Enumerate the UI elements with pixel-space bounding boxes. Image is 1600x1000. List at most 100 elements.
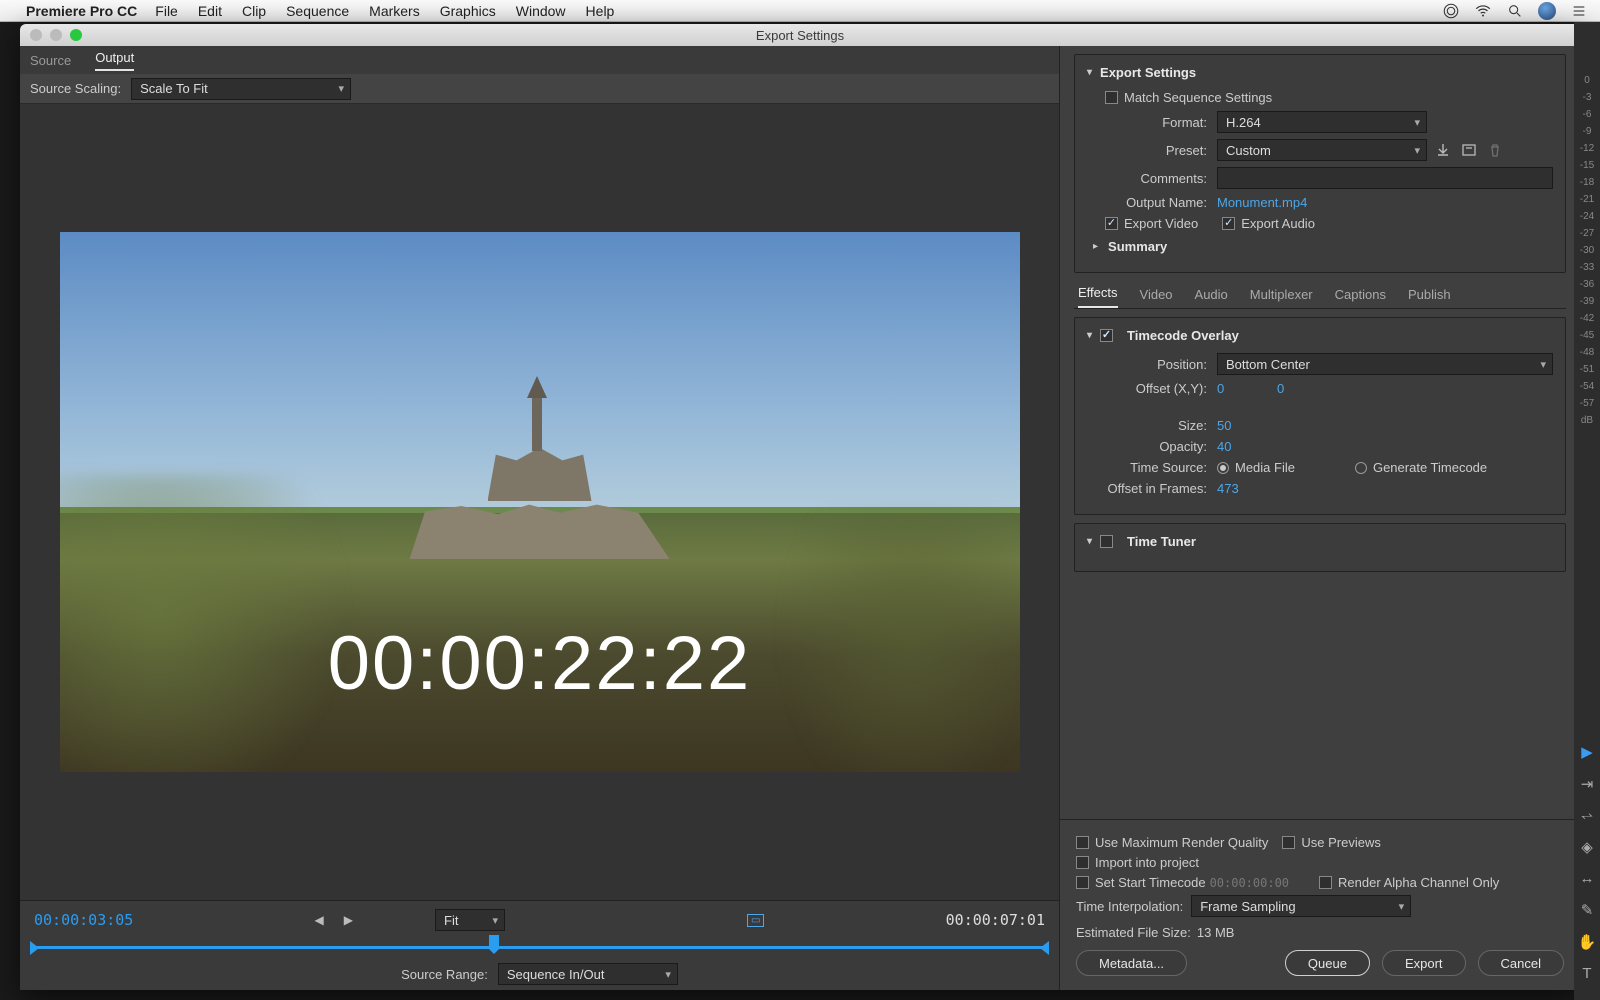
rate-tool-icon[interactable]: ◈ [1581,838,1593,856]
export-button[interactable]: Export [1382,950,1466,976]
size-input[interactable]: 50 [1217,418,1231,433]
menu-file[interactable]: File [155,3,178,19]
menu-help[interactable]: Help [586,3,615,19]
tab-publish[interactable]: Publish [1408,287,1451,308]
opacity-label: Opacity: [1087,439,1207,454]
media-file-label: Media File [1235,460,1295,475]
twisty-icon[interactable]: ▾ [1087,67,1092,78]
offset-frames-input[interactable]: 473 [1217,481,1239,496]
aspect-ratio-icon[interactable]: ▭ [747,914,764,927]
opacity-input[interactable]: 40 [1217,439,1231,454]
app-name[interactable]: Premiere Pro CC [26,3,137,19]
match-sequence-checkbox[interactable] [1105,91,1118,104]
playhead[interactable] [489,935,499,949]
position-select[interactable]: Bottom Center [1217,353,1553,375]
twisty-icon[interactable]: ▾ [1087,536,1092,547]
menu-markers[interactable]: Markers [369,3,420,19]
window-close-button[interactable] [30,29,42,41]
source-scaling-label: Source Scaling: [30,81,121,96]
source-range-label: Source Range: [401,967,488,982]
export-audio-checkbox[interactable] [1222,217,1235,230]
preview-tabbar: Source Output [20,46,1059,74]
hand-tool-icon[interactable]: ✋ [1578,933,1597,951]
preset-select[interactable]: Custom [1217,139,1427,161]
window-minimize-button[interactable] [50,29,62,41]
prev-frame-icon[interactable]: ◀ [315,913,324,927]
set-start-timecode-checkbox[interactable] [1076,876,1089,889]
slip-tool-icon[interactable]: ↔ [1580,870,1595,887]
menu-window[interactable]: Window [516,3,566,19]
source-scaling-select[interactable]: Scale To Fit [131,78,351,100]
time-tuner-section: ▾ Time Tuner [1074,523,1566,572]
user-avatar-icon[interactable] [1538,2,1556,20]
timecode-overlay-section: ▾ Timecode Overlay Position: Bottom Cent… [1074,317,1566,515]
delete-preset-icon[interactable] [1487,142,1503,158]
export-video-checkbox[interactable] [1105,217,1118,230]
offset-frames-label: Offset in Frames: [1087,481,1207,496]
wifi-icon[interactable] [1474,2,1492,20]
castle-graphic [410,394,670,559]
timecode-overlay-text: 00:00:22:22 [328,620,752,707]
timeline-scrubber[interactable] [34,937,1045,957]
estimated-size-value: 13 MB [1197,925,1235,940]
summary-heading[interactable]: Summary [1108,239,1167,254]
generate-timecode-radio[interactable] [1355,462,1367,474]
settings-tabs: Effects Video Audio Multiplexer Captions… [1074,281,1566,309]
tab-multiplexer[interactable]: Multiplexer [1250,287,1313,308]
export-settings-heading: Export Settings [1100,65,1196,80]
spotlight-icon[interactable] [1506,2,1524,20]
next-frame-icon[interactable]: ▶ [344,913,353,927]
type-tool-icon[interactable]: T [1582,965,1591,982]
offset-x-input[interactable]: 0 [1217,381,1277,396]
menu-graphics[interactable]: Graphics [440,3,496,19]
fit-zoom-select[interactable]: Fit [435,909,505,931]
import-into-project-label: Import into project [1095,855,1199,870]
save-preset-icon[interactable] [1435,142,1451,158]
menu-sequence[interactable]: Sequence [286,3,349,19]
output-name-label: Output Name: [1087,195,1207,210]
tab-effects[interactable]: Effects [1078,285,1118,308]
selection-tool-icon[interactable]: ▶ [1581,743,1593,761]
timecode-overlay-heading: Timecode Overlay [1127,328,1239,343]
queue-button[interactable]: Queue [1285,950,1370,976]
output-name-link[interactable]: Monument.mp4 [1217,195,1307,210]
time-interpolation-select[interactable]: Frame Sampling [1191,895,1411,917]
tab-captions[interactable]: Captions [1335,287,1386,308]
media-file-radio[interactable] [1217,462,1229,474]
use-previews-checkbox[interactable] [1282,836,1295,849]
notification-center-icon[interactable] [1570,2,1588,20]
preview-viewport[interactable]: 00:00:22:22 [20,104,1059,900]
tab-video[interactable]: Video [1140,287,1173,308]
tab-output[interactable]: Output [95,50,134,71]
format-select[interactable]: H.264 [1217,111,1427,133]
offset-xy-label: Offset (X,Y): [1087,381,1207,396]
timecode-overlay-checkbox[interactable] [1100,329,1113,342]
start-timecode-value[interactable]: 00:00:00:00 [1210,876,1289,890]
metadata-button[interactable]: Metadata... [1076,950,1187,976]
time-tuner-checkbox[interactable] [1100,535,1113,548]
import-into-project-checkbox[interactable] [1076,856,1089,869]
ripple-tool-icon[interactable]: ⇥ [1581,775,1594,793]
twisty-icon[interactable]: ▾ [1087,330,1092,341]
cancel-button[interactable]: Cancel [1478,950,1564,976]
tab-source[interactable]: Source [30,53,71,68]
comments-input[interactable] [1217,167,1553,189]
in-timecode[interactable]: 00:00:03:05 [34,911,133,929]
offset-y-input[interactable]: 0 [1277,381,1284,396]
render-alpha-checkbox[interactable] [1319,876,1332,889]
tab-audio[interactable]: Audio [1195,287,1228,308]
summary-twisty-icon[interactable]: ▸ [1093,241,1098,252]
transport-bar: 00:00:03:05 ◀ ▶ Fit ▭ 00:00:07:01 [20,900,1059,990]
import-preset-icon[interactable] [1461,142,1477,158]
max-render-quality-checkbox[interactable] [1076,836,1089,849]
window-zoom-button[interactable] [70,29,82,41]
rolling-tool-icon[interactable]: ⥋ [1581,807,1593,824]
menu-edit[interactable]: Edit [198,3,222,19]
source-range-select[interactable]: Sequence In/Out [498,963,678,985]
cc-cloud-icon[interactable] [1442,2,1460,20]
pen-tool-icon[interactable]: ✎ [1581,901,1594,919]
menu-clip[interactable]: Clip [242,3,266,19]
preview-panel: Source Output Source Scaling: Scale To F… [20,46,1060,990]
out-timecode[interactable]: 00:00:07:01 [946,911,1045,929]
mac-menubar: Premiere Pro CC File Edit Clip Sequence … [0,0,1600,22]
